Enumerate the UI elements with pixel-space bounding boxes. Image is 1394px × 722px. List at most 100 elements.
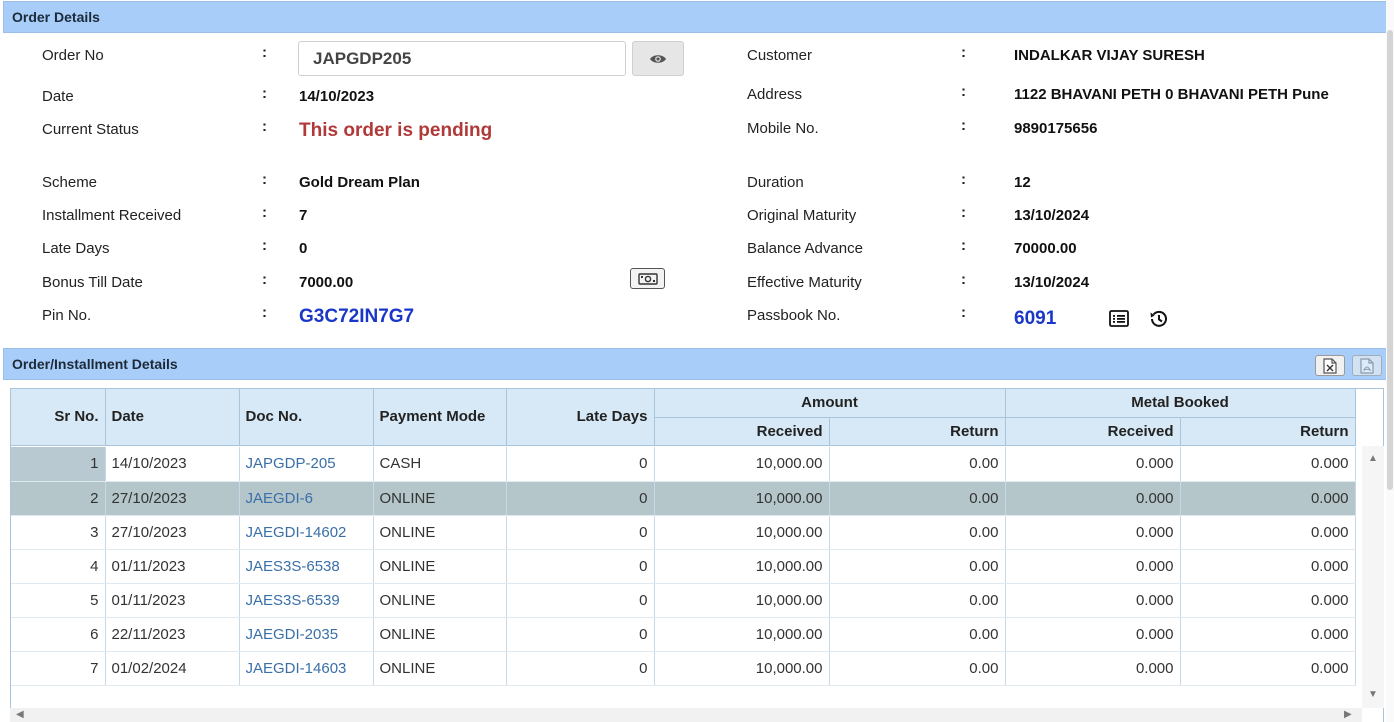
order-no-input[interactable] [298,41,626,76]
table-row[interactable]: 7 01/02/2024 JAEGDI-14603 ONLINE 0 10,00… [11,651,1356,686]
colon: : [961,117,966,134]
row-amount-return: 0.00 [829,447,1006,482]
col-metal-return[interactable]: Return [1180,417,1356,446]
cash-icon [637,272,658,285]
row-metal-received: 0.000 [1005,583,1181,618]
row-doc-link[interactable]: JAES3S-6538 [239,549,374,584]
page-scrollbar-thumb[interactable] [1387,30,1393,490]
scroll-right-icon[interactable]: ▶ [1344,710,1352,720]
colon: : [961,44,966,61]
original-maturity-value: 13/10/2024 [1014,207,1090,224]
late-days-value: 0 [299,240,308,257]
row-late-days: 0 [506,481,655,516]
current-status-value: This order is pending [299,120,493,141]
scroll-left-icon[interactable]: ◀ [16,710,24,720]
pdf-export-icon [1360,357,1374,374]
row-metal-return: 0.000 [1180,481,1356,516]
history-icon [1150,310,1167,327]
grid-vertical-scrollbar[interactable]: ▲ ▼ [1362,446,1384,708]
col-group-metal-booked: Metal Booked [1005,389,1356,418]
row-late-days: 0 [506,515,655,550]
effective-maturity-label: Effective Maturity [747,274,862,291]
grid-horizontal-scrollbar[interactable]: ◀ ▶ [10,708,1362,722]
row-amount-return: 0.00 [829,651,1006,686]
row-metal-received: 0.000 [1005,515,1181,550]
row-amount-return: 0.00 [829,481,1006,516]
col-doc-no[interactable]: Doc No. [239,389,374,446]
order-details-title: Order Details [12,9,100,25]
row-amount-received: 10,000.00 [654,549,830,584]
col-payment-mode[interactable]: Payment Mode [373,389,507,446]
table-row[interactable]: 6 22/11/2023 JAEGDI-2035 ONLINE 0 10,000… [11,617,1356,652]
table-row[interactable]: 5 01/11/2023 JAES3S-6539 ONLINE 0 10,000… [11,583,1356,618]
row-metal-return: 0.000 [1180,583,1356,618]
row-doc-link[interactable]: JAES3S-6539 [239,583,374,618]
passbook-list-button[interactable] [1108,309,1130,328]
installment-details-title: Order/Installment Details [12,356,178,372]
row-doc-link[interactable]: JAEGDI-6 [239,481,374,516]
row-payment-mode: ONLINE [373,651,507,686]
row-date: 27/10/2023 [105,515,240,550]
order-no-label: Order No [42,47,104,64]
export-pdf-button[interactable] [1352,355,1382,376]
view-order-button[interactable] [632,41,684,76]
row-metal-return: 0.000 [1180,549,1356,584]
colon: : [262,304,267,321]
bonus-till-date-value: 7000.00 [299,274,354,291]
row-amount-return: 0.00 [829,515,1006,550]
excel-export-icon [1323,357,1337,374]
history-button[interactable] [1148,308,1170,330]
colon: : [262,118,267,135]
col-amount-return[interactable]: Return [829,417,1006,446]
row-amount-received: 10,000.00 [654,651,830,686]
table-row[interactable]: 1 14/10/2023 JAPGDP-205 CASH 0 10,000.00… [11,447,1356,482]
row-payment-mode: ONLINE [373,617,507,652]
scroll-up-icon[interactable]: ▲ [1368,454,1378,464]
col-late-days[interactable]: Late Days [506,389,655,446]
row-sr: 6 [11,617,106,652]
row-doc-link[interactable]: JAEGDI-14602 [239,515,374,550]
scroll-down-icon[interactable]: ▼ [1368,690,1378,700]
row-late-days: 0 [506,447,655,482]
row-metal-received: 0.000 [1005,549,1181,584]
colon: : [262,204,267,221]
row-late-days: 0 [506,617,655,652]
row-date: 01/11/2023 [105,583,240,618]
installment-details-header: Order/Installment Details [3,348,1389,380]
table-row[interactable]: 4 01/11/2023 JAES3S-6538 ONLINE 0 10,000… [11,549,1356,584]
row-doc-link[interactable]: JAEGDI-14603 [239,651,374,686]
col-sr-no[interactable]: Sr No. [11,389,106,446]
colon: : [262,44,267,61]
export-excel-button[interactable] [1315,355,1345,376]
mobile-no-value: 9890175656 [1014,120,1098,137]
row-late-days: 0 [506,583,655,618]
bonus-till-date-label: Bonus Till Date [42,274,143,291]
order-date-value: 14/10/2023 [299,88,375,105]
row-metal-received: 0.000 [1005,617,1181,652]
effective-maturity-value: 13/10/2024 [1014,274,1090,291]
row-amount-return: 0.00 [829,617,1006,652]
late-days-label: Late Days [42,240,110,257]
col-amount-received[interactable]: Received [654,417,830,446]
table-row[interactable]: 3 27/10/2023 JAEGDI-14602 ONLINE 0 10,00… [11,515,1356,550]
row-metal-received: 0.000 [1005,447,1181,482]
passbook-no-label: Passbook No. [747,307,841,324]
bonus-details-button[interactable] [630,268,665,289]
row-payment-mode: CASH [373,447,507,482]
row-doc-link[interactable]: JAPGDP-205 [239,447,374,482]
row-doc-link[interactable]: JAEGDI-2035 [239,617,374,652]
address-value: 1122 BHAVANI PETH 0 BHAVANI PETH Pune [1014,86,1329,103]
row-payment-mode: ONLINE [373,481,507,516]
colon: : [961,304,966,321]
col-metal-received[interactable]: Received [1005,417,1181,446]
row-date: 27/10/2023 [105,481,240,516]
table-row[interactable]: 2 27/10/2023 JAEGDI-6 ONLINE 0 10,000.00… [11,481,1356,516]
row-amount-received: 10,000.00 [654,481,830,516]
col-date[interactable]: Date [105,389,240,446]
colon: : [262,85,267,102]
row-sr: 3 [11,515,106,550]
pin-no-label: Pin No. [42,307,92,324]
row-metal-return: 0.000 [1180,617,1356,652]
balance-advance-label: Balance Advance [747,240,863,257]
colon: : [262,237,267,254]
